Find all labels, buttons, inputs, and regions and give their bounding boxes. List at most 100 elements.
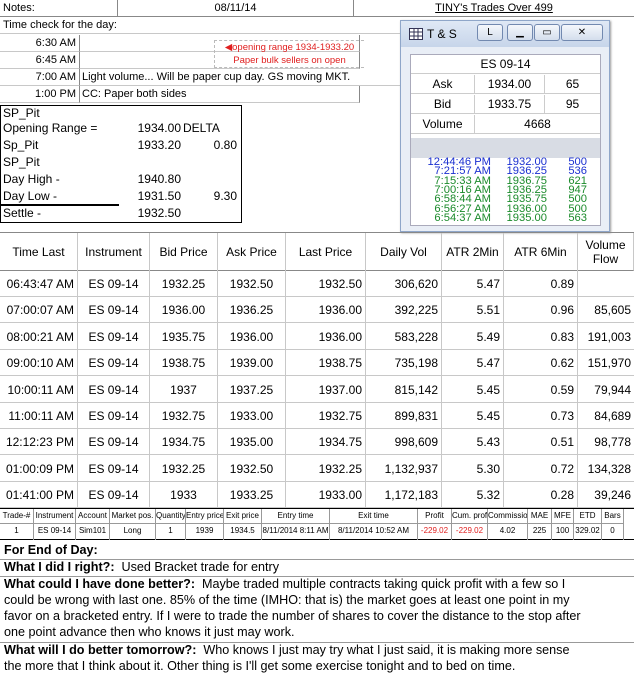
pit-row: SP_Pit	[1, 155, 241, 170]
close-icon: ✕	[577, 27, 587, 38]
trade-column-header: Instrument	[34, 509, 76, 524]
table-row: 01:00:09 PM ES 09-14 1932.25 1932.50 1932.25…	[0, 454, 634, 482]
table-cell: 84,689	[578, 402, 634, 429]
pit-extra: DELTA	[183, 121, 220, 135]
pit-label: Settle -	[3, 206, 42, 220]
red-annotation-line: Paper bulk sellers on open	[233, 55, 346, 66]
table-row: 08:00:21 AM ES 09-14 1935.75 1936.00 1936.00…	[0, 322, 634, 350]
table-cell: 39,246	[578, 481, 634, 509]
table-cell: ES 09-14	[78, 428, 150, 456]
column-header[interactable]: Last Price	[286, 233, 366, 271]
column-header[interactable]: Volume Flow	[578, 233, 634, 271]
time-and-sales-window[interactable]: T & S L ▁ ▭ ✕ ES 09-14 Ask 1934.00 65 Bi…	[400, 20, 610, 232]
sheet-date: 08/11/14	[118, 0, 354, 17]
table-cell: 1938.75	[150, 349, 218, 377]
pit-row: Day High - 1940.80	[1, 172, 241, 187]
ts-quote-label: Bid	[411, 95, 475, 114]
table-cell: 1939.00	[218, 349, 286, 377]
table-cell: 1934.75	[150, 428, 218, 456]
table-cell: 0.73	[504, 402, 578, 429]
better-line: What could I have done better?: Maybe tr…	[4, 577, 566, 591]
table-cell: 09:00:10 AM	[0, 349, 78, 377]
close-button[interactable]: ✕	[561, 24, 603, 41]
table-cell: 0.96	[504, 296, 578, 324]
tomorrow-line: What will I do better tomorrow?: Who kno…	[4, 643, 570, 657]
column-header[interactable]: Time Last	[0, 233, 78, 271]
pit-label: Opening Range =	[3, 121, 98, 135]
notes-section: For End of Day: What I did I right?: Use…	[0, 541, 634, 677]
pit-label: SP_Pit	[3, 106, 40, 120]
table-cell: ES 09-14	[78, 322, 150, 350]
maximize-button[interactable]: ▭	[534, 24, 560, 41]
table-cell: 1936.00	[150, 296, 218, 324]
table-cell: 5.47	[442, 349, 504, 377]
main-table-body: 06:43:47 AM ES 09-14 1932.25 1932.50 1932.50…	[0, 270, 634, 509]
trade-column-header: Trade-#	[0, 509, 34, 524]
table-cell: 07:00:07 AM	[0, 296, 78, 324]
time-check-time: 6:45 AM	[0, 52, 80, 69]
ts-titlebar[interactable]: T & S L ▁ ▭ ✕	[401, 21, 609, 47]
ts-quote-size: 65	[545, 75, 600, 94]
ts-title: T & S	[427, 27, 457, 41]
table-cell: 899,831	[366, 402, 442, 429]
table-cell: 1933.00	[286, 481, 366, 509]
ts-quote-price: 1933.75	[475, 95, 545, 114]
table-cell: 98,778	[578, 428, 634, 456]
ts-quote-label: Ask	[411, 75, 475, 94]
table-cell: 79,944	[578, 376, 634, 403]
column-header[interactable]: Bid Price	[150, 233, 218, 271]
table-row: 09:00:10 AM ES 09-14 1938.75 1939.00 1938.75…	[0, 349, 634, 377]
ts-print-price: 1935.00	[506, 211, 547, 224]
trade-column-header: Entry price	[186, 509, 224, 524]
column-header[interactable]: Instrument	[78, 233, 150, 271]
table-cell: 1934.75	[286, 428, 366, 456]
minimize-button[interactable]: ▁	[507, 24, 533, 41]
pit-summary-box: SP_Pit Opening Range = 1934.00 DELTA Sp_…	[0, 105, 242, 223]
table-cell: ES 09-14	[78, 454, 150, 482]
trade-column-header: Exit time	[330, 509, 418, 524]
better-line: favor on a bracketed entry. If I were to…	[4, 609, 581, 623]
pit-value: 1932.50	[137, 206, 181, 220]
end-of-day-heading: For End of Day:	[4, 543, 98, 557]
trade-cell: 8/11/2014 8:11 AM	[262, 524, 330, 540]
column-header[interactable]: Ask Price	[218, 233, 286, 271]
ts-prints-list[interactable]: 12:44:46 PM 1932.00 500 7:21:57 AM 1936.25 53…	[411, 157, 600, 224]
pit-row: Day Low - 1931.50 9.30	[1, 189, 241, 204]
table-cell: 306,620	[366, 270, 442, 297]
table-cell: 1932.50	[218, 270, 286, 297]
table-cell: 0.89	[504, 270, 578, 297]
table-row: 01:41:00 PM ES 09-14 1933 1933.25 1933.00 1,1…	[0, 481, 634, 509]
trade-column-header: MFE	[552, 509, 574, 524]
column-header[interactable]: ATR 6Min	[504, 233, 578, 271]
pit-extra: 9.30	[213, 189, 237, 203]
table-cell: 1935.00	[218, 428, 286, 456]
table-cell: ES 09-14	[78, 349, 150, 377]
ts-quote-size: 95	[545, 95, 600, 114]
pit-row: SP_Pit	[1, 106, 241, 121]
red-annotation-line: ◀opening range 1934-1933.20	[224, 42, 355, 53]
pit-row: Settle - 1932.50	[1, 206, 241, 221]
table-row: 12:12:23 PM ES 09-14 1934.75 1935.00 1934.75…	[0, 428, 634, 456]
trade-cell: 1934.5	[224, 524, 262, 540]
trade-cell: Sim101	[76, 524, 110, 540]
red-annotation: ◀opening range 1934-1933.20 Paper bulk s…	[214, 40, 364, 68]
table-cell: 5.51	[442, 296, 504, 324]
table-cell: 1933	[150, 481, 218, 509]
table-cell: 1936.00	[286, 296, 366, 324]
trade-cell: 4.02	[488, 524, 528, 540]
table-cell: 1,172,183	[366, 481, 442, 509]
trade-column-header: Profit	[418, 509, 452, 524]
table-cell: 5.49	[442, 322, 504, 350]
table-cell: 5.45	[442, 402, 504, 429]
ts-print-row[interactable]: 6:54:37 AM 1935.00 563	[415, 211, 587, 224]
lock-button[interactable]: L	[477, 24, 503, 41]
trade-cell: -229.02	[418, 524, 452, 540]
time-check-label: Time check for the day:	[0, 17, 400, 34]
table-cell: 10:00:11 AM	[0, 375, 78, 403]
column-header[interactable]: Daily Vol	[366, 233, 442, 271]
table-cell: 5.32	[442, 481, 504, 509]
trade-cell: 225	[528, 524, 552, 540]
table-cell: 0.51	[504, 428, 578, 456]
table-cell: ES 09-14	[78, 402, 150, 429]
column-header[interactable]: ATR 2Min	[442, 233, 504, 271]
